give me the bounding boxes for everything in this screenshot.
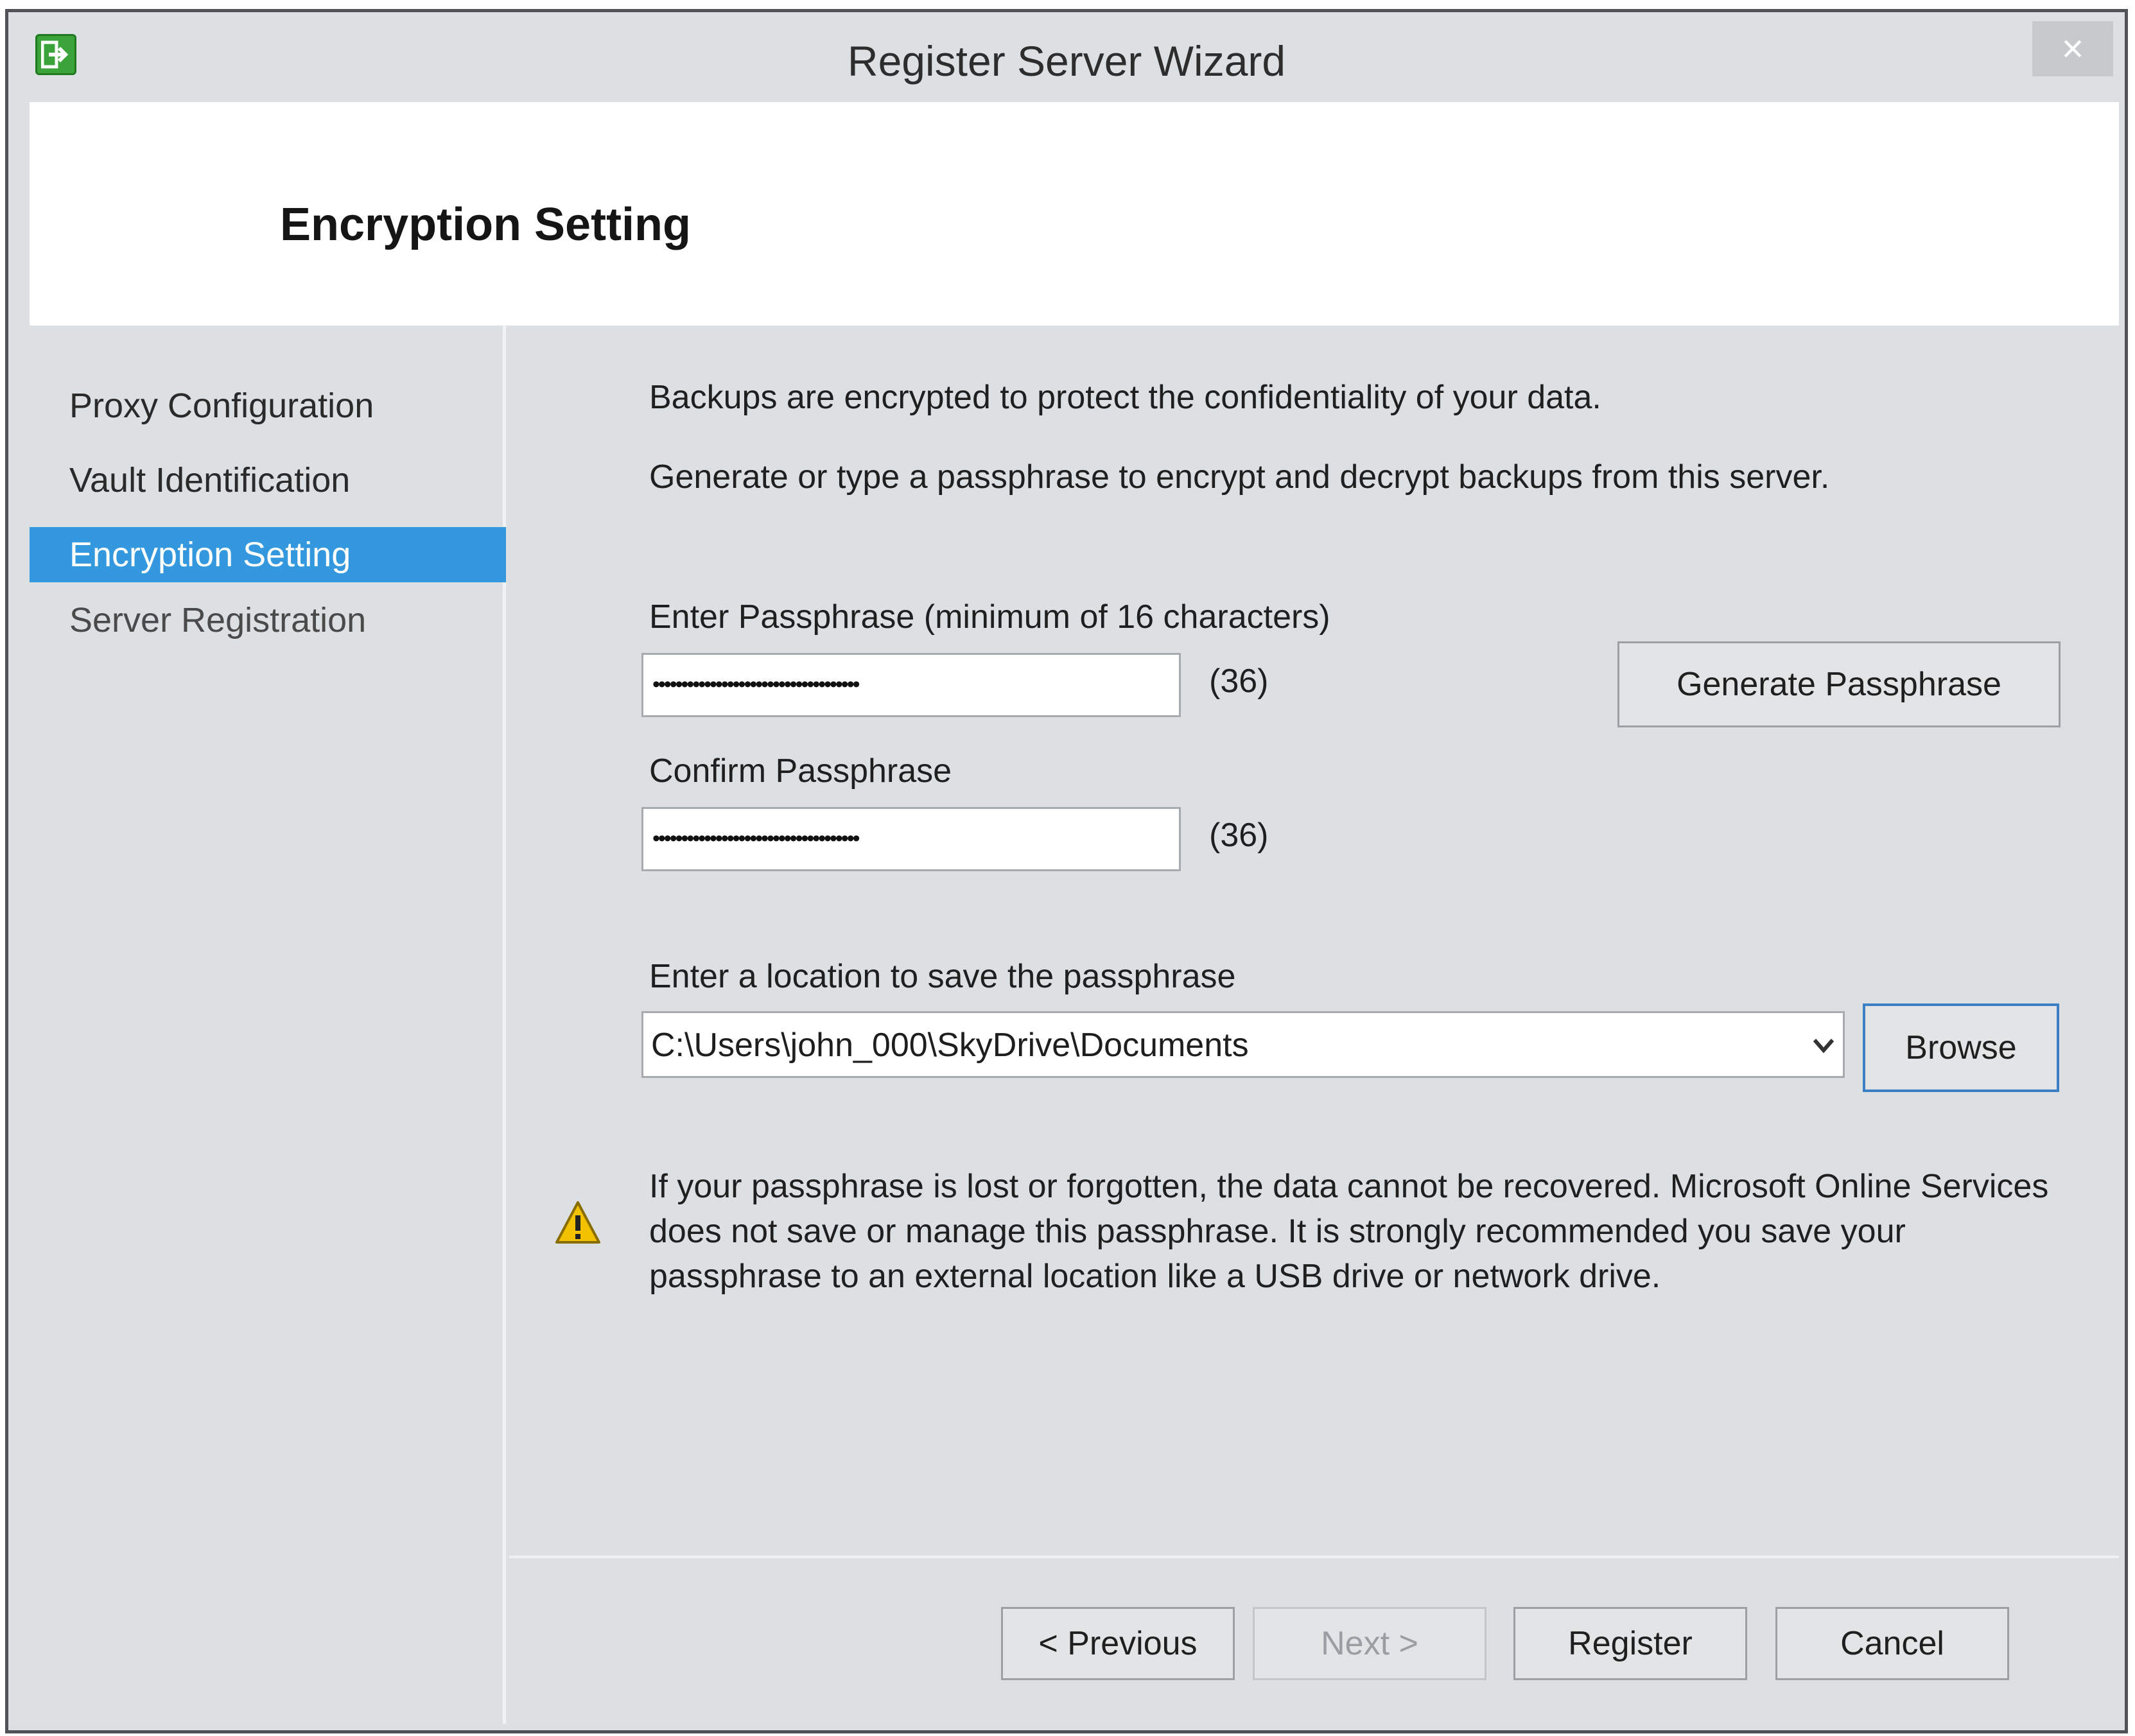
nav-item-encryption-setting[interactable]: Encryption Setting (30, 527, 506, 582)
passphrase-count: (36) (1209, 663, 1269, 700)
location-label: Enter a location to save the passphrase (649, 958, 1236, 995)
confirm-passphrase-masked-value: •••••••••••••••••••••••••••••••••••• (652, 826, 860, 851)
nav-item-server-registration[interactable]: Server Registration (30, 593, 506, 648)
passphrase-masked-value: •••••••••••••••••••••••••••••••••••• (652, 672, 860, 697)
generate-passphrase-button[interactable]: Generate Passphrase (1617, 641, 2061, 727)
title-bar: Register Server Wizard × (8, 12, 2125, 102)
register-server-wizard-window: Register Server Wizard × Encryption Sett… (5, 9, 2128, 1733)
register-button[interactable]: Register (1513, 1607, 1747, 1680)
page-title: Encryption Setting (280, 199, 692, 250)
footer-separator (509, 1556, 2119, 1558)
location-combobox[interactable]: C:\Users\john_000\SkyDrive\Documents (641, 1011, 1845, 1078)
intro-text-1: Backups are encrypted to protect the con… (649, 379, 1601, 416)
page-header: Encryption Setting (30, 102, 2119, 326)
close-button[interactable]: × (2032, 21, 2113, 76)
location-value: C:\Users\john_000\SkyDrive\Documents (651, 1027, 1249, 1064)
content-panel: Backups are encrypted to protect the con… (509, 326, 2119, 1545)
nav-item-proxy-configuration[interactable]: Proxy Configuration (30, 378, 506, 433)
passphrase-label: Enter Passphrase (minimum of 16 characte… (649, 598, 1330, 636)
confirm-passphrase-label: Confirm Passphrase (649, 752, 952, 790)
nav-item-vault-identification[interactable]: Vault Identification (30, 453, 506, 508)
confirm-passphrase-input[interactable]: •••••••••••••••••••••••••••••••••••• (641, 807, 1181, 871)
intro-text-2: Generate or type a passphrase to encrypt… (649, 458, 1830, 496)
confirm-passphrase-count: (36) (1209, 817, 1269, 854)
cancel-button[interactable]: Cancel (1775, 1607, 2009, 1680)
passphrase-input[interactable]: •••••••••••••••••••••••••••••••••••• (641, 653, 1181, 717)
browse-button[interactable]: Browse (1863, 1003, 2059, 1092)
chevron-down-icon[interactable] (1811, 1032, 1836, 1058)
previous-button[interactable]: < Previous (1001, 1607, 1235, 1680)
wizard-steps-nav: Proxy Configuration Vault Identification… (30, 326, 506, 1724)
next-button[interactable]: Next > (1253, 1607, 1486, 1680)
warning-triangle-icon (555, 1201, 600, 1244)
window-title: Register Server Wizard (847, 37, 1286, 85)
warning-text: If your passphrase is lost or forgotten,… (649, 1168, 2049, 1295)
